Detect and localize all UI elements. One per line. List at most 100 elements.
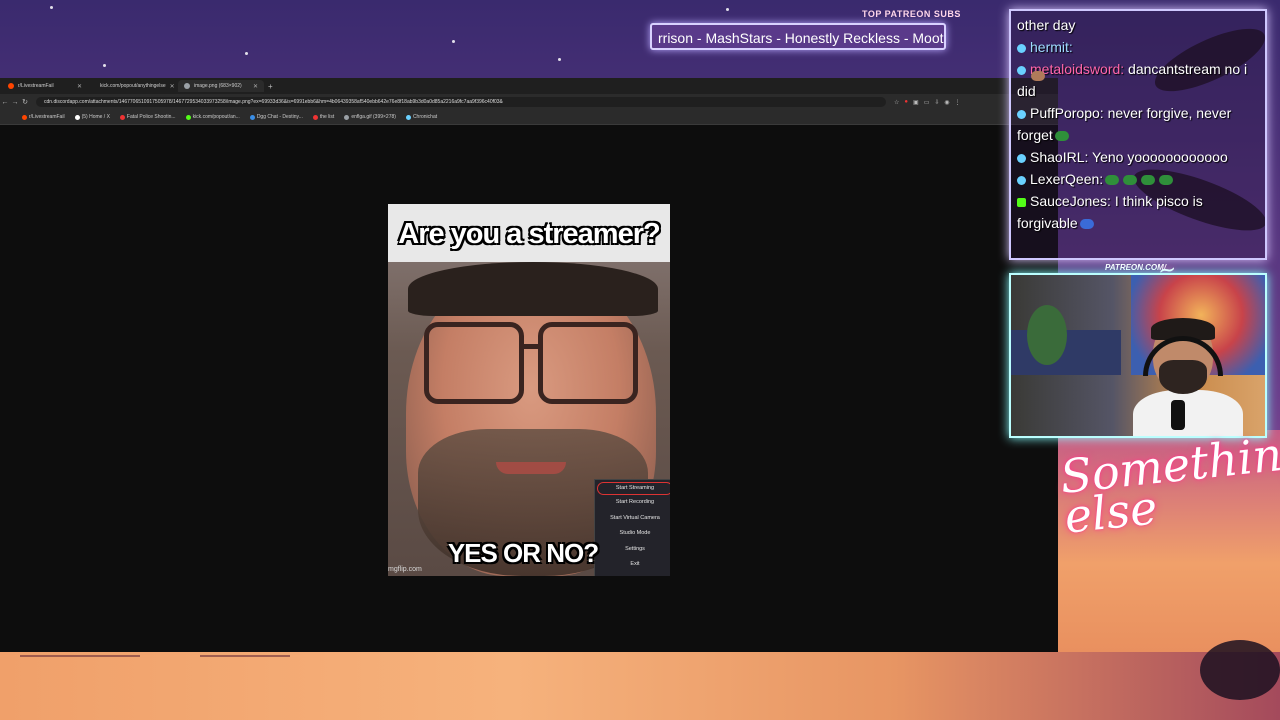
background-ground <box>0 652 1280 720</box>
url-text: cdn.discordapp.com/attachments/146770651… <box>44 99 503 105</box>
meme-caption-top: Are you a streamer? <box>398 218 660 250</box>
tab-kick-popout[interactable]: kick.com/popout/anythingelse ✕ <box>90 80 176 92</box>
ground-crack <box>200 655 290 657</box>
new-tab-button[interactable]: + <box>264 82 273 91</box>
bookmark-item[interactable]: (5) Home / X <box>74 114 110 120</box>
photo-hair <box>408 262 658 316</box>
bookmark-item[interactable]: Chronichat <box>405 114 437 120</box>
chat-message: LexerQeen: <box>1017 168 1259 190</box>
download-icon[interactable]: ⇩ <box>934 99 939 106</box>
tab-bar: r/LivestreamFail ✕ kick.com/popout/anyth… <box>0 78 1058 94</box>
glasses-right-lens <box>538 322 638 404</box>
reddit-icon <box>8 83 14 89</box>
sidepanel-icon[interactable]: ▭ <box>924 99 930 106</box>
emote-icon <box>1079 219 1094 230</box>
bookmark-item[interactable]: Dgg Chat - Destiny... <box>249 114 303 120</box>
tab-image-png[interactable]: image.png (683×902) ✕ <box>178 80 264 92</box>
close-icon[interactable]: ✕ <box>170 83 175 90</box>
patreon-subs-header: TOP PATREON SUBS <box>862 9 961 19</box>
glasses-bridge <box>522 344 542 349</box>
menu-item: Start Virtual Camera <box>610 514 660 521</box>
bookmark-label: the list <box>319 114 335 120</box>
microphone-icon <box>1171 400 1185 430</box>
extension-icon[interactable]: ● <box>904 99 908 106</box>
emote-icon <box>1141 175 1156 186</box>
globe-icon <box>184 83 190 89</box>
menu-icon[interactable]: ⋮ <box>955 99 961 106</box>
chat-badge-icon <box>1017 65 1026 75</box>
chat-text: other day <box>1017 17 1076 33</box>
close-icon[interactable]: ✕ <box>77 83 82 90</box>
chat-message: PuffPoropo: never forgive, never forget <box>1017 102 1259 146</box>
chat-username: ShaoIRL: <box>1030 149 1089 165</box>
chat-message: other day <box>1017 14 1259 36</box>
emote-icon <box>1159 175 1174 186</box>
forward-icon[interactable]: → <box>10 99 20 106</box>
webcam-feed <box>1009 273 1267 438</box>
bookmark-label: r/LivestreamFail <box>29 114 65 120</box>
chat-username: hermit: <box>1030 39 1073 55</box>
chat-overlay: other day hermit: metaloidsword: dancant… <box>1009 9 1267 260</box>
meme-image[interactable]: Are you a streamer? Start Streaming Star… <box>388 204 670 576</box>
star-icon[interactable]: ☆ <box>894 99 899 106</box>
kick-badge-icon <box>1017 197 1026 207</box>
chat-badge-icon <box>1017 153 1026 163</box>
chat-message: SauceJones: I think pisco is forgivable <box>1017 190 1259 234</box>
chat-message: ShaoIRL: Yeno yoooooooooooo <box>1017 146 1259 168</box>
bookmark-item[interactable]: r/LivestreamFail <box>22 114 65 120</box>
tab-label: r/LivestreamFail <box>18 83 54 89</box>
close-icon[interactable]: ✕ <box>253 83 258 90</box>
tab-livestreamfail[interactable]: r/LivestreamFail ✕ <box>2 80 88 92</box>
kick-icon <box>185 114 191 120</box>
url-field[interactable]: cdn.discordapp.com/attachments/146770651… <box>36 97 886 107</box>
bookmark-item[interactable]: the list <box>312 114 335 120</box>
emote-icon <box>1054 131 1069 142</box>
chat-username: LexerQeen: <box>1030 171 1104 187</box>
tab-label: image.png (683×902) <box>194 83 242 89</box>
address-bar-row: ← → ↻ cdn.discordapp.com/attachments/146… <box>0 94 1058 110</box>
meme-caption-bottom: YES OR NO? <box>447 538 599 568</box>
star-decoration <box>558 58 561 61</box>
palm-leaf <box>1200 640 1280 700</box>
profile-icon[interactable]: ◉ <box>944 99 949 106</box>
chat-icon <box>405 114 411 120</box>
menu-item: Start Recording <box>615 499 655 505</box>
star-decoration <box>103 64 106 67</box>
reddit-icon <box>22 114 27 120</box>
chat-message: hermit: <box>1017 36 1259 81</box>
chat-username: PuffPoropo: <box>1030 105 1104 121</box>
streamer-body <box>1133 390 1243 436</box>
puzzle-icon[interactable]: ▣ <box>913 99 919 106</box>
bookmark-label: enflga.gif (399×278) <box>351 114 396 120</box>
chat-username: SauceJones: <box>1030 193 1111 209</box>
chat-message: metaloidsword: dancantstream no i did <box>1017 58 1259 102</box>
x-icon <box>74 114 80 120</box>
bookmark-label: kick.com/popout/an... <box>192 114 240 120</box>
tab-label: kick.com/popout/anythingelse <box>100 83 166 89</box>
emote-icon <box>1123 175 1138 186</box>
emote-icon <box>1105 175 1120 186</box>
bookmark-label: Fatal Police Shootin... <box>126 114 176 120</box>
photo-mouth <box>496 462 566 474</box>
star-decoration <box>452 40 455 43</box>
back-icon[interactable]: ← <box>0 99 10 106</box>
bookmark-item[interactable]: kick.com/popout/an... <box>185 114 240 120</box>
star-decoration <box>245 52 248 55</box>
bookmark-item[interactable]: enflga.gif (399×278) <box>344 114 396 120</box>
chat-badge-icon <box>1017 43 1026 53</box>
bookmark-item[interactable]: Fatal Police Shootin... <box>119 114 176 120</box>
star-decoration <box>50 6 53 9</box>
webcam-streamer <box>1133 318 1243 436</box>
globe-icon <box>344 114 350 120</box>
chat-badge-icon <box>1017 109 1026 119</box>
ground-crack <box>20 655 140 657</box>
patreon-subs-ticker: rrison - MashStars - Honestly Reckless -… <box>650 23 946 50</box>
reload-icon[interactable]: ↻ <box>20 98 30 106</box>
glasses-left-lens <box>424 322 524 404</box>
star-decoration <box>726 8 729 11</box>
list-icon <box>312 114 318 120</box>
webcam-plant <box>1027 305 1067 365</box>
bookmarks-bar: r/LivestreamFail (5) Home / X Fatal Poli… <box>0 110 1058 125</box>
emote-icon <box>1031 71 1045 81</box>
bookmark-label: Dgg Chat - Destiny... <box>256 114 303 120</box>
